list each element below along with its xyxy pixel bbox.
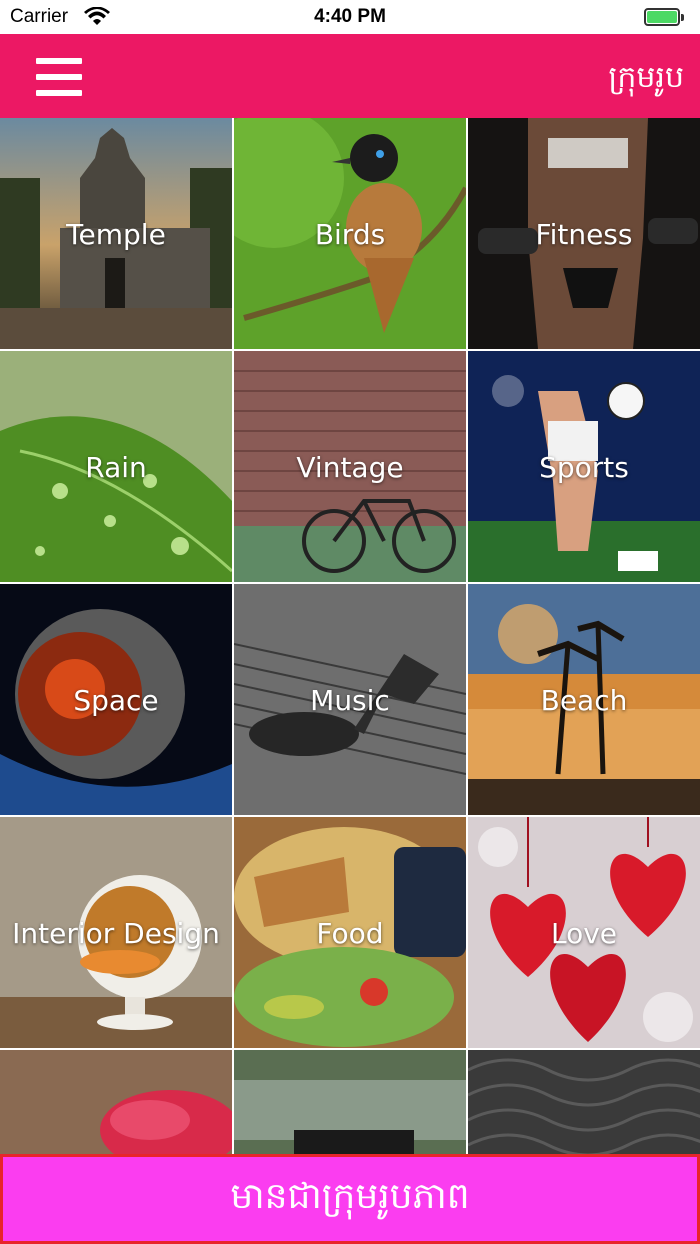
status-bar: Carrier 4:40 PM [0, 0, 700, 34]
category-label: Interior Design [12, 917, 220, 950]
app-header: ក្រុមរូប [0, 34, 700, 118]
category-tile-birds[interactable]: Birds [234, 118, 466, 349]
cars-image [234, 1050, 466, 1154]
category-label: Birds [314, 218, 386, 251]
pattern-image [468, 1050, 700, 1154]
category-tile-interior-design[interactable]: Interior Design [0, 817, 232, 1048]
category-label: Sports [539, 451, 629, 484]
category-label: Love [550, 917, 618, 950]
category-tile-fitness[interactable]: Fitness [468, 118, 700, 349]
category-tile-pattern[interactable] [468, 1050, 700, 1154]
category-tile-beach[interactable]: Beach [468, 584, 700, 815]
category-label: Space [73, 684, 159, 717]
category-label: Vintage [296, 451, 404, 484]
category-label: Food [316, 917, 384, 950]
category-tile-sports[interactable]: Sports [468, 351, 700, 582]
battery-icon [644, 7, 686, 27]
clock: 4:40 PM [314, 6, 386, 27]
hamburger-menu-icon[interactable] [32, 54, 86, 100]
category-tile-rain[interactable]: Rain [0, 351, 232, 582]
category-label: Music [310, 684, 390, 717]
category-tile-flower[interactable] [0, 1050, 232, 1154]
category-label: Temple [66, 218, 166, 251]
category-tile-love[interactable]: Love [468, 817, 700, 1048]
flower-image [0, 1050, 232, 1154]
category-tile-music[interactable]: Music [234, 584, 466, 815]
category-tile-food[interactable]: Food [234, 817, 466, 1048]
view-albums-button[interactable]: មានជាក្រុមរូបភាព [0, 1154, 700, 1244]
category-tile-space[interactable]: Space [0, 584, 232, 815]
category-tile-vintage[interactable]: Vintage [234, 351, 466, 582]
category-grid: Temple Birds Fitness Rain Vintage Sports… [0, 118, 700, 1154]
category-label: Beach [540, 684, 628, 717]
category-label: Rain [85, 451, 147, 484]
category-tile-temple[interactable]: Temple [0, 118, 232, 349]
category-tile-cars[interactable] [234, 1050, 466, 1154]
page-title: ក្រុមរូប [608, 60, 684, 95]
category-label: Fitness [535, 218, 633, 251]
